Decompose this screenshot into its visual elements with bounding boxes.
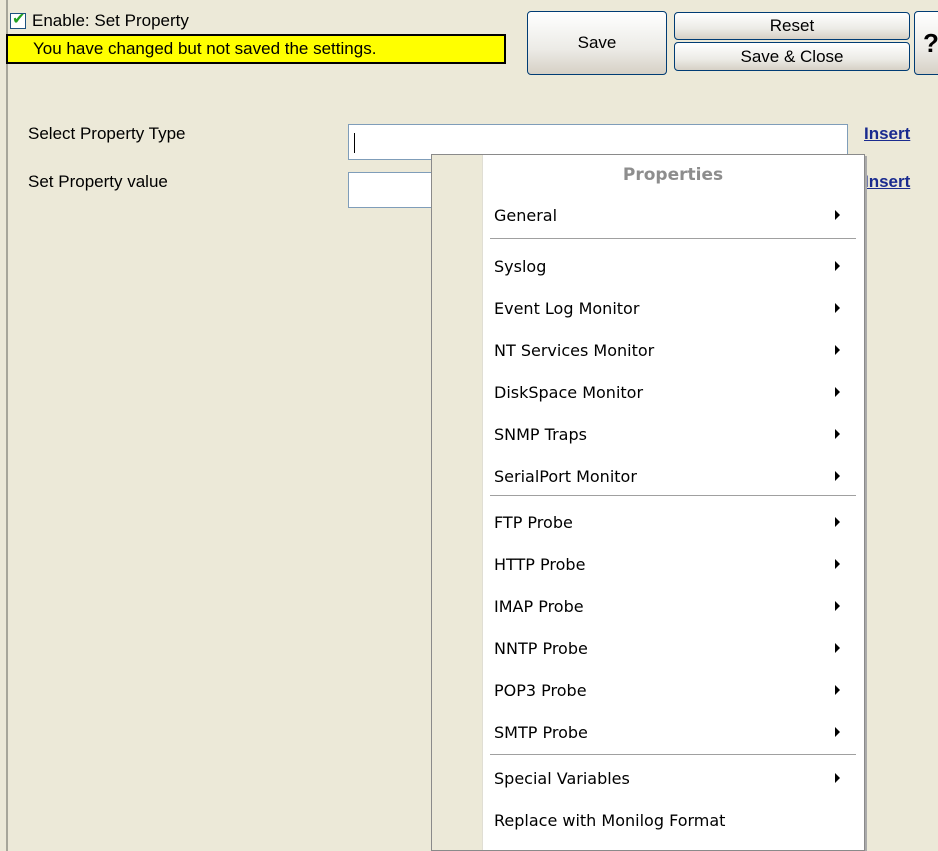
menu-item-label: General xyxy=(494,205,558,225)
menu-title: Properties xyxy=(622,165,724,185)
menu-item-diskspace-monitor[interactable]: DiskSpace Monitor xyxy=(482,372,864,412)
menu-item-serialport-monitor[interactable]: SerialPort Monitor xyxy=(482,456,864,496)
menu-item-smtp-probe[interactable]: SMTP Probe xyxy=(482,712,864,752)
submenu-arrow-icon xyxy=(835,387,840,397)
menu-item-snmp-traps[interactable]: SNMP Traps xyxy=(482,414,864,454)
menu-item-label: NNTP Probe xyxy=(494,638,588,658)
menu-item-label: NT Services Monitor xyxy=(494,340,655,360)
submenu-arrow-icon xyxy=(835,773,840,783)
menu-item-syslog[interactable]: Syslog xyxy=(482,246,864,286)
menu-item-label: Event Log Monitor xyxy=(494,298,640,318)
unsaved-warning-text: You have changed but not saved the setti… xyxy=(33,39,377,58)
help-button[interactable]: ? xyxy=(914,11,938,75)
submenu-arrow-icon xyxy=(835,345,840,355)
menu-item-label: Replace with Monilog Format xyxy=(494,810,726,830)
menu-item-label: POP3 Probe xyxy=(494,680,587,700)
menu-item-label: SNMP Traps xyxy=(494,424,587,444)
menu-item-replace-monilog-format[interactable]: Replace with Monilog Format xyxy=(482,800,864,840)
property-value-label: Set Property value xyxy=(28,172,168,191)
menu-item-general[interactable]: General xyxy=(482,195,864,235)
menu-item-http-probe[interactable]: HTTP Probe xyxy=(482,544,864,584)
menu-item-label: IMAP Probe xyxy=(494,596,584,616)
menu-item-label: Syslog xyxy=(494,256,547,276)
save-close-button[interactable]: Save & Close xyxy=(674,42,910,71)
menu-item-pop3-probe[interactable]: POP3 Probe xyxy=(482,670,864,710)
menu-separator xyxy=(490,238,856,240)
submenu-arrow-icon xyxy=(835,685,840,695)
panel-left-border xyxy=(6,0,8,851)
property-type-label: Select Property Type xyxy=(28,124,186,143)
menu-item-special-variables[interactable]: Special Variables xyxy=(482,758,864,798)
unsaved-warning-banner: You have changed but not saved the setti… xyxy=(6,34,506,64)
menu-item-label: DiskSpace Monitor xyxy=(494,382,644,402)
menu-separator xyxy=(490,754,856,756)
menu-item-label: FTP Probe xyxy=(494,512,573,532)
submenu-arrow-icon xyxy=(835,643,840,653)
insert-value-link[interactable]: Insert xyxy=(864,172,910,192)
text-caret xyxy=(354,133,355,153)
submenu-arrow-icon xyxy=(835,429,840,439)
submenu-arrow-icon xyxy=(835,210,840,220)
submenu-arrow-icon xyxy=(835,559,840,569)
reset-button[interactable]: Reset xyxy=(674,12,910,40)
submenu-arrow-icon xyxy=(835,471,840,481)
menu-item-event-log-monitor[interactable]: Event Log Monitor xyxy=(482,288,864,328)
menu-item-nntp-probe[interactable]: NNTP Probe xyxy=(482,628,864,668)
menu-item-label: Special Variables xyxy=(494,768,630,788)
menu-item-nt-services-monitor[interactable]: NT Services Monitor xyxy=(482,330,864,370)
submenu-arrow-icon xyxy=(835,727,840,737)
properties-context-menu: Properties General Syslog Event Log Moni… xyxy=(431,154,865,851)
checkmark-icon: ✔ xyxy=(12,11,26,28)
submenu-arrow-icon xyxy=(835,303,840,313)
save-button[interactable]: Save xyxy=(527,11,667,75)
submenu-arrow-icon xyxy=(835,517,840,527)
enable-checkbox[interactable]: ✔ xyxy=(10,11,26,29)
insert-type-link[interactable]: Insert xyxy=(864,124,910,144)
menu-icon-strip xyxy=(432,155,483,850)
menu-item-label: SerialPort Monitor xyxy=(494,466,637,486)
menu-item-imap-probe[interactable]: IMAP Probe xyxy=(482,586,864,626)
menu-item-label: HTTP Probe xyxy=(494,554,586,574)
submenu-arrow-icon xyxy=(835,261,840,271)
menu-separator xyxy=(490,495,856,497)
enable-label: Enable: Set Property xyxy=(32,11,189,30)
menu-item-label: SMTP Probe xyxy=(494,722,588,742)
menu-item-ftp-probe[interactable]: FTP Probe xyxy=(482,502,864,542)
enable-row: ✔ Enable: Set Property xyxy=(10,10,189,32)
submenu-arrow-icon xyxy=(835,601,840,611)
settings-panel: ✔ Enable: Set Property You have changed … xyxy=(0,0,938,851)
